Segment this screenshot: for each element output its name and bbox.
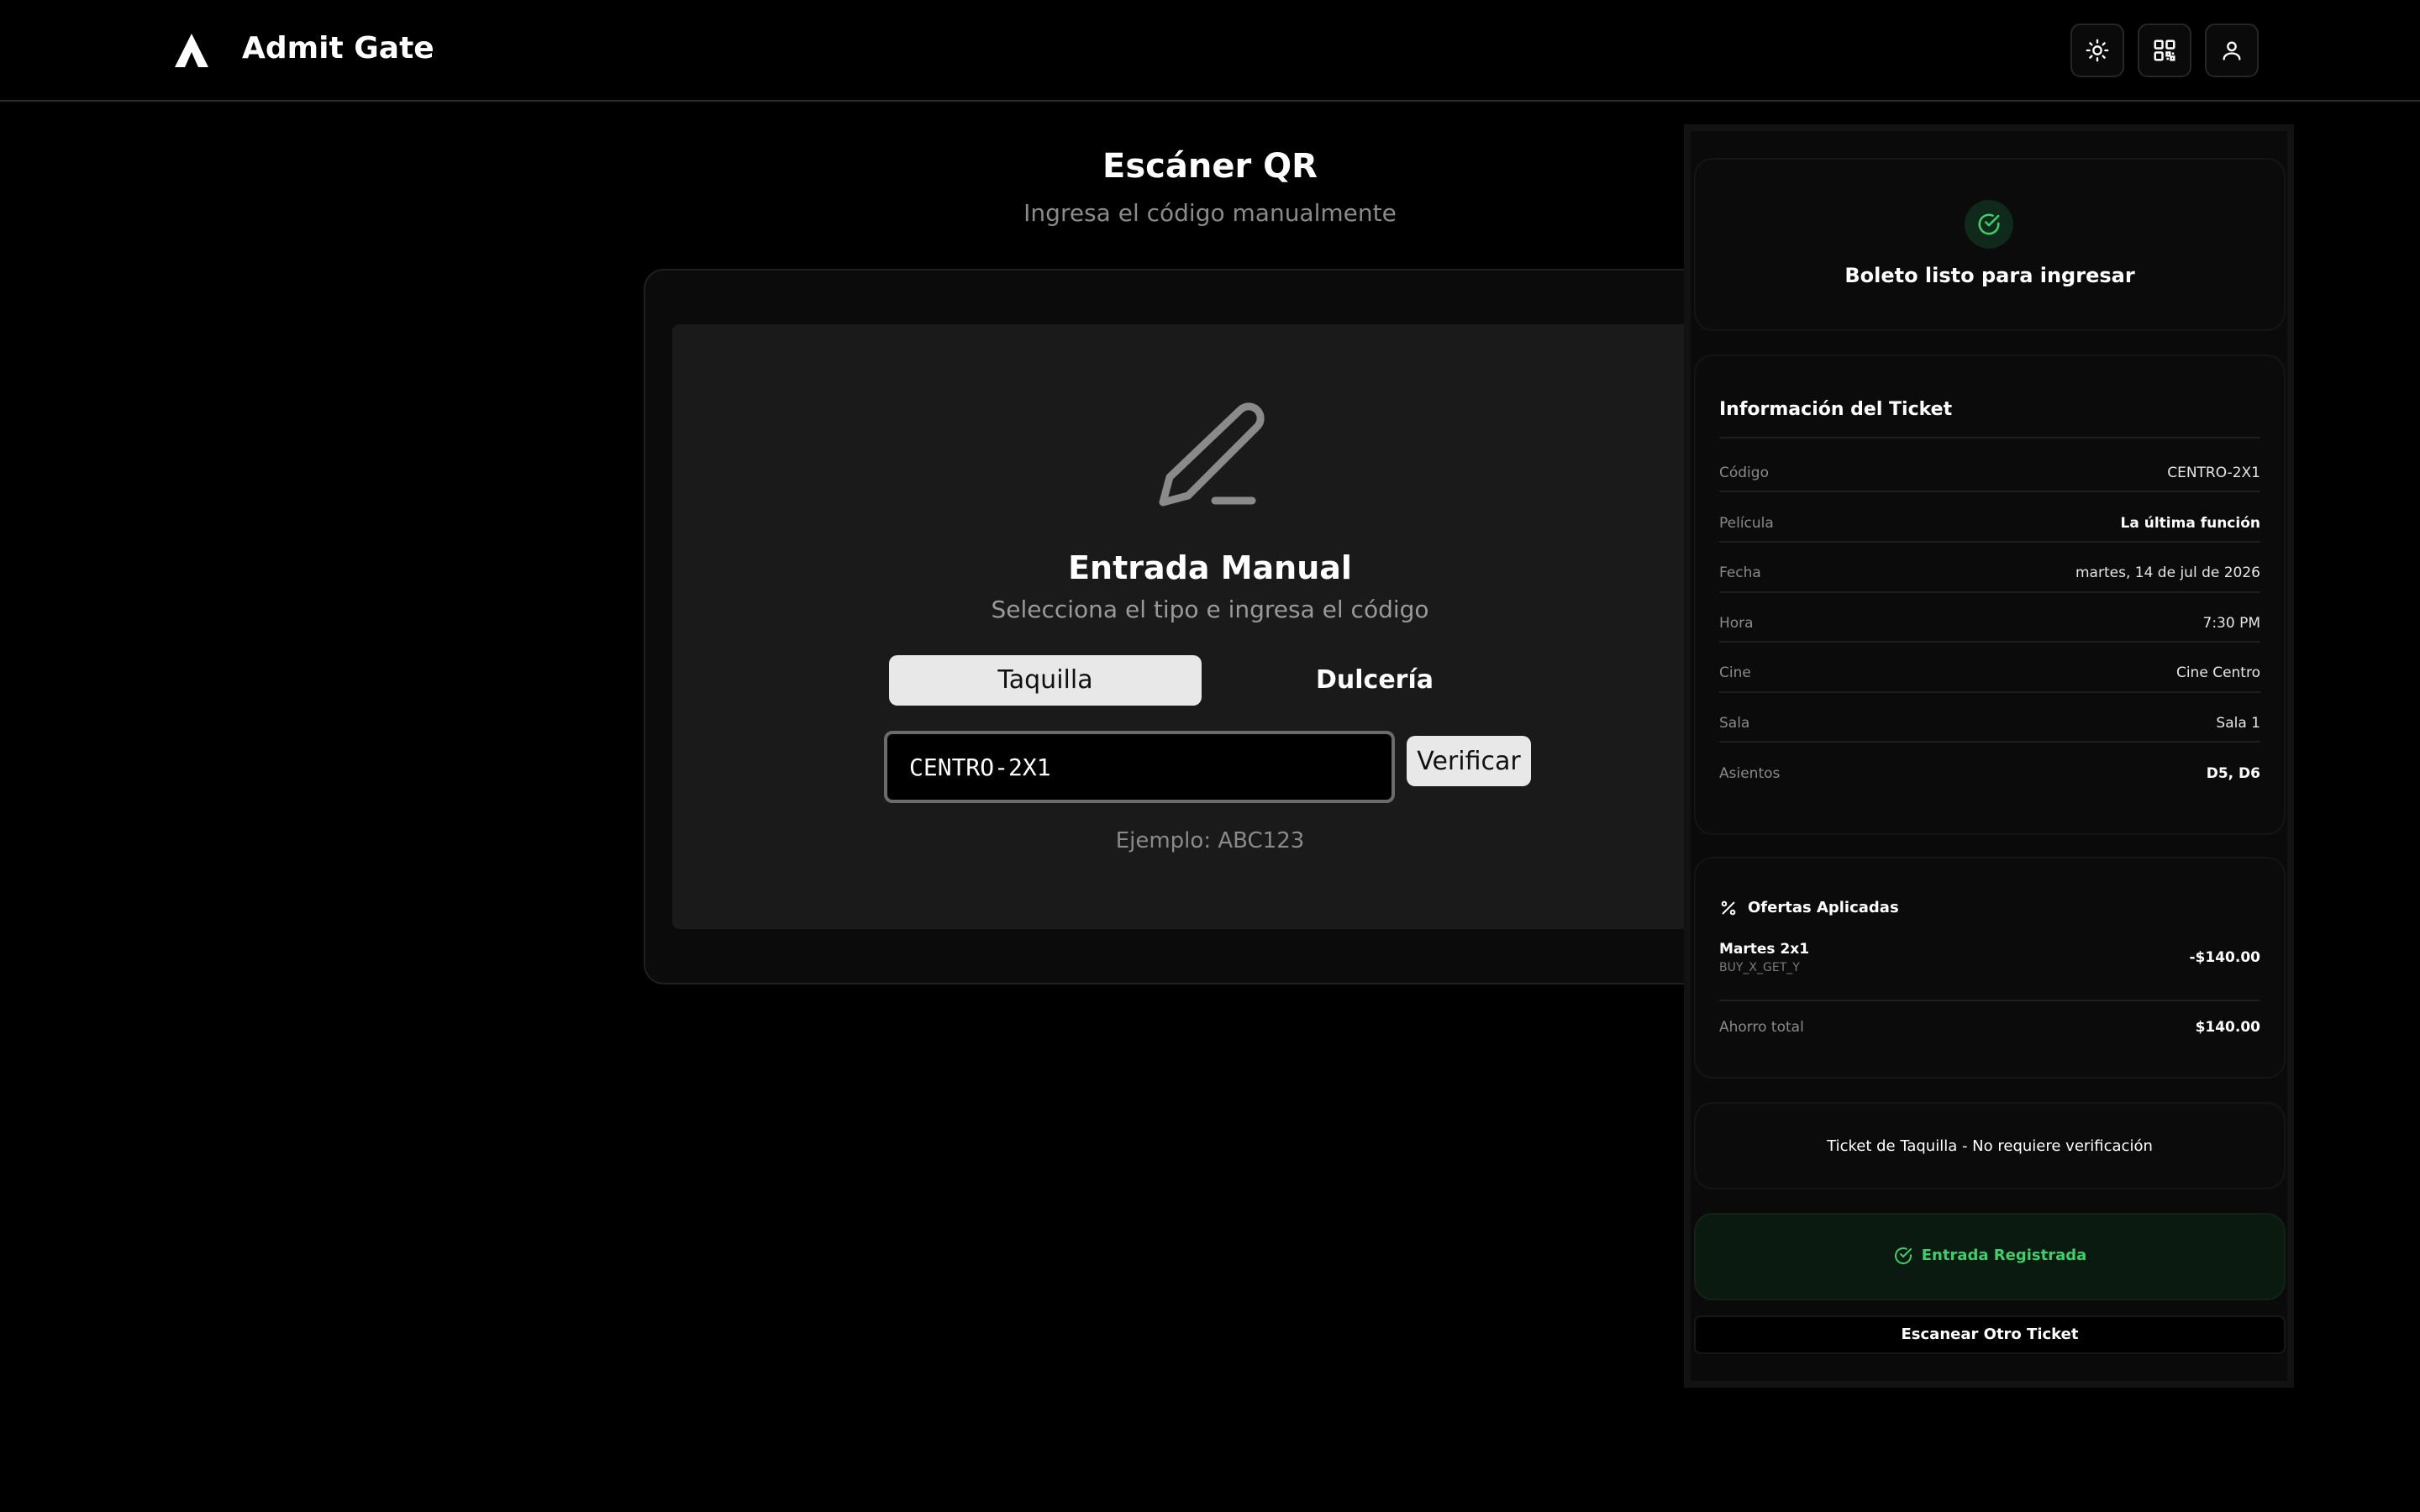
status-text: Boleto listo para ingresar — [1844, 264, 2135, 287]
row-value-fecha: martes, 14 de jul de 2026 — [2075, 564, 2260, 581]
savings-total-value: $140.00 — [2195, 1019, 2260, 1036]
tab-taquilla[interactable]: Taquilla — [889, 655, 1202, 706]
entry-registered-label: Entrada Registrada — [1921, 1247, 2087, 1264]
logo-icon — [175, 34, 208, 67]
manual-entry-title: Entrada Manual — [1068, 549, 1352, 586]
offer-amount: -$140.00 — [2189, 949, 2261, 966]
offers-title: Ofertas Aplicadas — [1748, 899, 1899, 916]
check-circle-icon — [1978, 213, 2000, 235]
qr-code-icon — [2154, 39, 2175, 61]
divider — [1719, 1000, 2260, 1001]
page-title: Escáner QR — [1102, 147, 1318, 186]
row-label-asientos: Asientos — [1719, 765, 1781, 782]
page-subtitle: Ingresa el código manualmente — [1023, 199, 1397, 227]
divider — [1719, 491, 2260, 492]
offer-code: BUY_X_GET_Y — [1719, 961, 1800, 974]
user-menu-button[interactable] — [2205, 24, 2259, 77]
row-label-sala: Sala — [1719, 715, 1750, 732]
offer-name: Martes 2x1 — [1719, 941, 1810, 958]
divider — [1719, 691, 2260, 693]
divider — [1719, 591, 2260, 593]
savings-total-label: Ahorro total — [1719, 1019, 1804, 1036]
box-office-notice: Ticket de Taquilla - No requiere verific… — [1827, 1137, 2153, 1155]
check-circle-icon — [1894, 1247, 1912, 1264]
pencil-icon — [1159, 402, 1265, 507]
verify-button[interactable]: Verificar — [1407, 736, 1531, 786]
divider — [1719, 541, 2260, 543]
sun-icon — [2086, 39, 2109, 62]
divider — [1719, 641, 2260, 643]
status-check-circle — [1965, 200, 2013, 249]
ticket-info-title: Información del Ticket — [1719, 399, 1953, 420]
top-header: Admit Gate — [0, 0, 2420, 102]
ticket-code-input[interactable] — [884, 731, 1395, 803]
theme-toggle-button[interactable] — [2070, 24, 2124, 77]
row-value-cine: Cine Centro — [2175, 664, 2260, 681]
scan-another-ticket-button[interactable]: Escanear Otro Ticket — [1694, 1315, 2286, 1354]
row-value-pelicula: La última función — [2120, 515, 2261, 532]
row-label-cine: Cine — [1719, 664, 1751, 681]
entry-registered-status: Entrada Registrada — [1694, 1245, 2286, 1267]
row-label-hora: Hora — [1719, 615, 1754, 632]
app-title: Admit Gate — [242, 31, 434, 66]
percent-icon — [1721, 900, 1736, 916]
row-label-fecha: Fecha — [1719, 564, 1761, 581]
tab-dulceria[interactable]: Dulcería — [1218, 655, 1531, 706]
row-value-codigo: CENTRO-2X1 — [2167, 465, 2260, 481]
user-icon — [2223, 41, 2241, 60]
ticket-info-card — [1694, 354, 2286, 835]
row-value-asientos: D5, D6 — [2206, 765, 2260, 782]
example-hint: Ejemplo: ABC123 — [1115, 828, 1305, 853]
row-label-codigo: Código — [1719, 465, 1769, 481]
manual-entry-subtitle: Selecciona el tipo e ingresa el código — [991, 596, 1429, 623]
divider — [1719, 741, 2260, 743]
row-value-hora: 7:30 PM — [2202, 615, 2261, 632]
row-label-pelicula: Película — [1719, 515, 1774, 532]
row-value-sala: Sala 1 — [2216, 715, 2260, 732]
qr-scanner-button[interactable] — [2138, 24, 2191, 77]
divider — [1719, 437, 2260, 438]
